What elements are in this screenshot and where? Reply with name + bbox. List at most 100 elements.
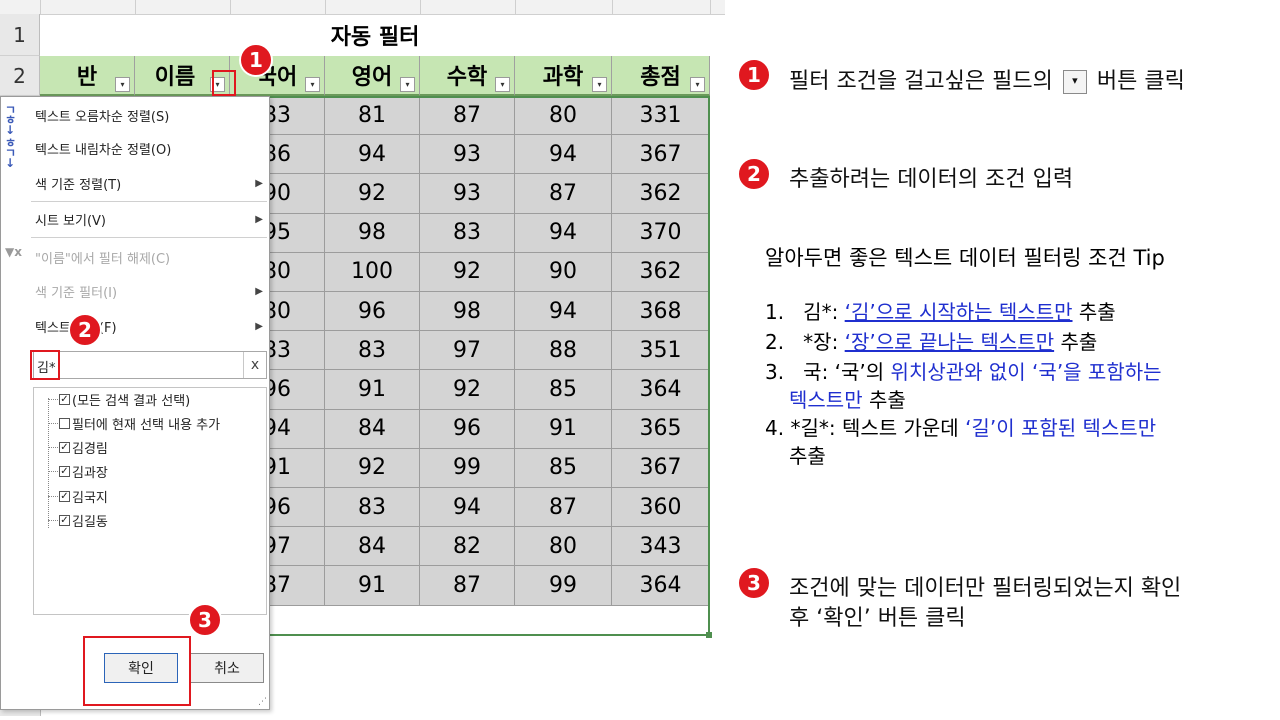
- table-cell[interactable]: 87: [420, 566, 515, 606]
- table-cell[interactable]: 90: [515, 252, 612, 292]
- table-cell[interactable]: 360: [612, 488, 710, 528]
- menu-label: 텍스트 오름차순 정렬(S): [35, 109, 170, 125]
- table-cell[interactable]: 92: [420, 252, 515, 292]
- table-cell[interactable]: 362: [612, 252, 710, 292]
- table-cell[interactable]: 91: [325, 566, 420, 606]
- checkbox-checked-icon[interactable]: ✓: [59, 441, 70, 453]
- fill-handle[interactable]: [706, 632, 712, 638]
- table-cell[interactable]: 87: [420, 96, 515, 136]
- table-cell[interactable]: 80: [515, 527, 612, 567]
- filter-dropdown-button[interactable]: ▾: [495, 77, 510, 92]
- table-cell[interactable]: 96: [325, 292, 420, 332]
- table-cell[interactable]: 96: [420, 409, 515, 449]
- filter-dropdown-button[interactable]: ▾: [115, 77, 130, 92]
- cancel-button[interactable]: 취소: [190, 653, 264, 683]
- table-cell[interactable]: 91: [325, 370, 420, 410]
- tip-tail: 추출: [1078, 300, 1116, 324]
- table-cell[interactable]: 87: [515, 488, 612, 528]
- table-cell[interactable]: 92: [325, 174, 420, 214]
- list-item-kimgukji[interactable]: ✓ 김국지: [48, 485, 108, 507]
- filter-dropdown-button[interactable]: ▾: [400, 77, 415, 92]
- table-cell[interactable]: 97: [420, 331, 515, 371]
- filter-dropdown-button[interactable]: ▾: [690, 77, 705, 92]
- table-cell[interactable]: 331: [612, 96, 710, 136]
- table-cell[interactable]: 83: [325, 488, 420, 528]
- clear-search-icon[interactable]: x: [243, 352, 266, 378]
- table-cell[interactable]: 98: [325, 213, 420, 253]
- table-cell[interactable]: 367: [612, 135, 710, 175]
- header-cell-total[interactable]: 총점 ▾: [612, 56, 710, 96]
- list-item-kimgildong[interactable]: ✓ 김길동: [48, 509, 108, 531]
- list-item-kimgyeongrim[interactable]: ✓ 김경림: [48, 436, 108, 458]
- menu-label: "이름"에서 필터 해제(C): [35, 251, 171, 267]
- sheet-title[interactable]: 자동 필터: [40, 14, 710, 57]
- table-cell[interactable]: 91: [515, 409, 612, 449]
- list-item-label: 김과장: [72, 465, 108, 481]
- list-item-add-selection[interactable]: 필터에 현재 선택 내용 추가: [48, 412, 220, 434]
- filter-dropdown-button[interactable]: ▾: [305, 77, 320, 92]
- menu-filter-by-color[interactable]: 색 기준 필터(I) ▶: [1, 276, 269, 306]
- table-cell[interactable]: 367: [612, 448, 710, 488]
- table-cell[interactable]: 351: [612, 331, 710, 371]
- resize-grip-icon[interactable]: ⋰: [258, 697, 267, 707]
- menu-clear-filter[interactable]: ▼x "이름"에서 필터 해제(C): [1, 242, 269, 272]
- table-cell[interactable]: 368: [612, 292, 710, 332]
- table-cell[interactable]: 94: [325, 135, 420, 175]
- table-cell[interactable]: 94: [515, 213, 612, 253]
- menu-text-filter[interactable]: 텍스트 필터(F) ▶: [1, 311, 269, 341]
- table-cell[interactable]: 364: [612, 370, 710, 410]
- table-cell[interactable]: 364: [612, 566, 710, 606]
- header-cell-math[interactable]: 수학 ▾: [420, 56, 515, 96]
- table-cell[interactable]: 80: [515, 96, 612, 136]
- tip-tail: 추출: [789, 444, 826, 468]
- filter-search-input[interactable]: 김* x: [33, 351, 267, 379]
- checkbox-checked-icon[interactable]: ✓: [59, 490, 70, 502]
- menu-sort-ascending[interactable]: ㄱㅎ↓ 텍스트 오름차순 정렬(S): [1, 100, 269, 136]
- menu-sort-by-color[interactable]: 색 기준 정렬(T) ▶: [1, 168, 269, 198]
- table-cell[interactable]: 84: [325, 527, 420, 567]
- tip-2: 2. *장: ‘장’으로 끝나는 텍스트만 추출: [765, 328, 1097, 356]
- submenu-arrow-icon: ▶: [255, 320, 263, 332]
- header-cell-english[interactable]: 영어 ▾: [325, 56, 420, 96]
- table-cell[interactable]: 87: [515, 174, 612, 214]
- table-cell[interactable]: 370: [612, 213, 710, 253]
- table-cell[interactable]: 343: [612, 527, 710, 567]
- menu-sort-descending[interactable]: ㅎㄱ↓ 텍스트 내림차순 정렬(O): [1, 133, 269, 170]
- list-item-select-all[interactable]: ✓ (모든 검색 결과 선택): [48, 388, 190, 410]
- table-cell[interactable]: 94: [515, 135, 612, 175]
- table-cell[interactable]: 94: [420, 488, 515, 528]
- table-cell[interactable]: 98: [420, 292, 515, 332]
- checkbox-checked-icon[interactable]: ✓: [59, 465, 70, 477]
- table-cell[interactable]: 365: [612, 409, 710, 449]
- table-cell[interactable]: 93: [420, 174, 515, 214]
- table-cell[interactable]: 83: [325, 331, 420, 371]
- checkbox-checked-icon[interactable]: ✓: [59, 393, 70, 405]
- table-cell[interactable]: 362: [612, 174, 710, 214]
- table-cell[interactable]: 100: [325, 252, 420, 292]
- tip-highlight: ‘길’이 포함된 텍스트만: [965, 416, 1157, 440]
- row-header-1[interactable]: 1: [0, 14, 40, 56]
- table-cell[interactable]: 93: [420, 135, 515, 175]
- table-cell[interactable]: 85: [515, 448, 612, 488]
- table-cell[interactable]: 99: [515, 566, 612, 606]
- list-item-kimgwajang[interactable]: ✓ 김과장: [48, 460, 108, 482]
- checkbox-unchecked-icon[interactable]: [59, 417, 70, 429]
- table-cell[interactable]: 99: [420, 448, 515, 488]
- filter-dropdown-button[interactable]: ▾: [592, 77, 607, 92]
- table-cell[interactable]: 88: [515, 331, 612, 371]
- table-cell[interactable]: 94: [515, 292, 612, 332]
- table-cell[interactable]: 82: [420, 527, 515, 567]
- sort-descending-icon: ㅎㄱ↓: [5, 136, 17, 170]
- menu-sheet-view[interactable]: 시트 보기(V) ▶: [1, 204, 269, 234]
- header-cell-class[interactable]: 반 ▾: [40, 56, 135, 96]
- table-cell[interactable]: 92: [420, 370, 515, 410]
- header-cell-science[interactable]: 과학 ▾: [515, 56, 612, 96]
- table-cell[interactable]: 81: [325, 96, 420, 136]
- table-cell[interactable]: 83: [420, 213, 515, 253]
- row-header-2[interactable]: 2: [0, 56, 40, 96]
- table-cell[interactable]: 85: [515, 370, 612, 410]
- table-cell[interactable]: 92: [325, 448, 420, 488]
- table-cell[interactable]: 84: [325, 409, 420, 449]
- checkbox-checked-icon[interactable]: ✓: [59, 514, 70, 526]
- header-label: 이름: [154, 65, 196, 90]
